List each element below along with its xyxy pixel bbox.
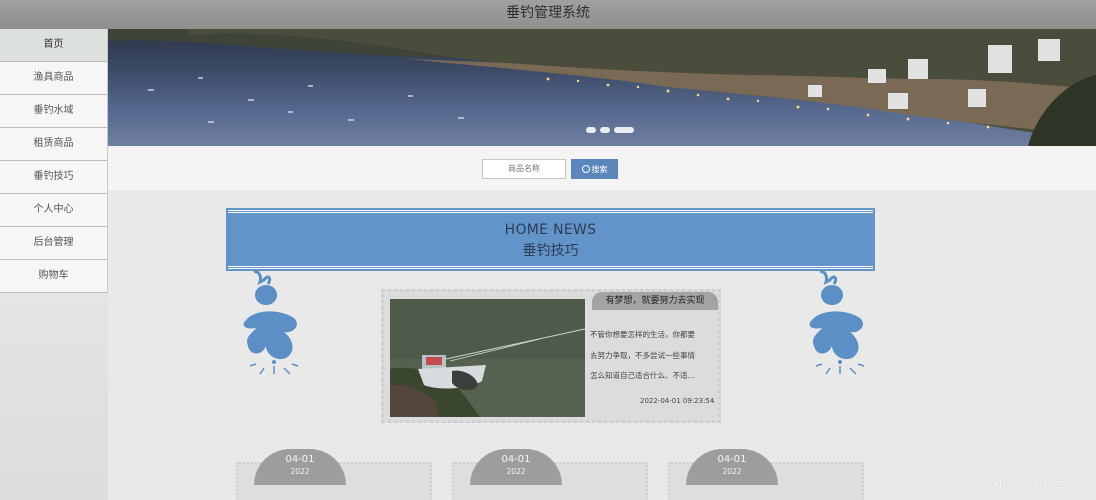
news-date-day: 04-01 <box>501 454 531 465</box>
sidebar-item-home[interactable]: 首页 <box>0 29 108 62</box>
news-heading-en: HOME NEWS <box>504 222 597 238</box>
featured-article-card[interactable]: 有梦想，就要努力去实现 不管你想要怎样的生活，你都要 去努力争取，不多尝试一些事… <box>381 289 721 423</box>
search-bar: 商品名称 搜索 <box>108 146 1096 190</box>
app-title: 垂钓管理系统 <box>506 5 590 21</box>
sidebar-item-personal-center[interactable]: 个人中心 <box>0 194 108 227</box>
sidebar-item-cart[interactable]: 购物车 <box>0 260 108 293</box>
carousel-dot[interactable] <box>586 127 596 133</box>
watermark: CSDN @奔跑程序 <box>968 480 1067 494</box>
sidebar-item-admin[interactable]: 后台管理 <box>0 227 108 260</box>
article-excerpt-line: 不管你想要怎样的生活，你都要 <box>590 330 695 339</box>
news-date-day: 04-01 <box>285 454 315 465</box>
sidebar-item-fishing-waters[interactable]: 垂钓水域 <box>0 95 108 128</box>
news-date-year: 2022 <box>722 467 742 476</box>
search-icon <box>581 165 590 173</box>
carousel-dot-active[interactable] <box>614 127 634 133</box>
article-thumbnail[interactable] <box>390 299 585 417</box>
rabbit-decoration-icon <box>243 270 299 375</box>
news-date-tab: 04-01 2022 <box>470 449 562 485</box>
news-section-heading: HOME NEWS 垂钓技巧 <box>228 210 873 269</box>
search-button[interactable]: 搜索 <box>571 159 618 179</box>
article-excerpt-line: 去努力争取，不多尝试一些事情 <box>590 350 695 360</box>
article-date: 2022-04-01 09:23:54 <box>640 397 715 405</box>
hero-banner <box>108 29 1096 146</box>
news-date-tab: 04-01 2022 <box>686 449 778 485</box>
sidebar-item-fishing-tips[interactable]: 垂钓技巧 <box>0 161 108 194</box>
sidebar-item-rental-products[interactable]: 租赁商品 <box>0 128 108 161</box>
carousel-indicators <box>586 127 634 133</box>
search-button-label: 搜索 <box>591 164 608 174</box>
rabbit-decoration-icon <box>809 270 865 375</box>
news-heading-cn: 垂钓技巧 <box>522 243 579 259</box>
news-date-year: 2022 <box>290 467 310 476</box>
article-excerpt-line: 怎么知道自己适合什么、不适... <box>590 371 695 380</box>
article-excerpt: 不管你想要怎样的生活，你都要 去努力争取，不多尝试一些事情 怎么知道自己适合什么… <box>590 325 712 387</box>
sidebar-item-tackle-products[interactable]: 渔具商品 <box>0 62 108 95</box>
article-title[interactable]: 有梦想，就要努力去实现 <box>592 292 718 310</box>
fishing-boat-image <box>390 299 585 417</box>
news-date-tab: 04-01 2022 <box>254 449 346 485</box>
product-name-search-input[interactable]: 商品名称 <box>482 159 566 179</box>
sidebar: 首页 渔具商品 垂钓水域 租赁商品 垂钓技巧 个人中心 后台管理 购物车 <box>0 29 108 500</box>
news-date-year: 2022 <box>506 467 526 476</box>
carousel-dot[interactable] <box>600 127 610 133</box>
top-header: 垂钓管理系统 <box>0 0 1096 29</box>
news-date-day: 04-01 <box>717 454 747 465</box>
